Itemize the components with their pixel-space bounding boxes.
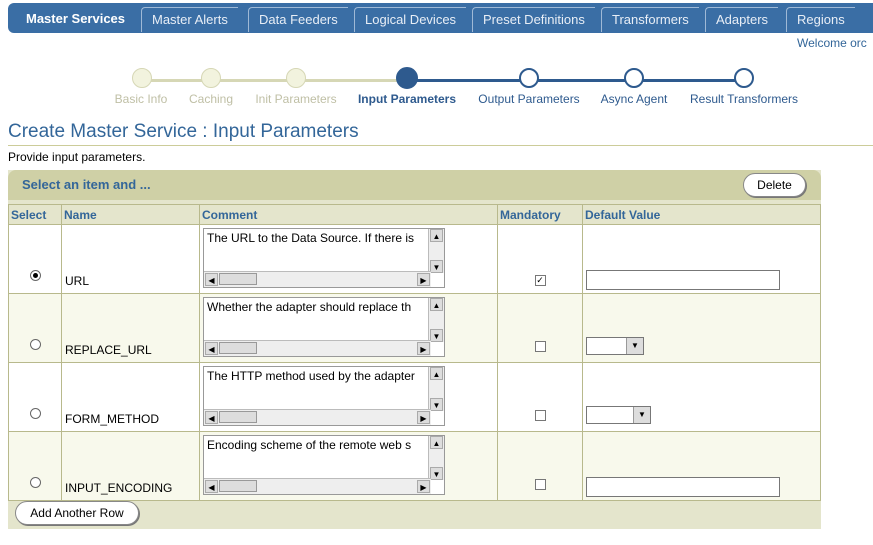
select-radio-replace-url[interactable]: [29, 339, 41, 350]
table-action-bar: Select an item and ... Delete: [8, 170, 821, 200]
default-value-select-replace-url[interactable]: ▼: [586, 337, 644, 355]
horizontal-scrollbar[interactable]: ◀ ▶: [204, 340, 431, 356]
train-stop-basic-info[interactable]: [132, 68, 152, 88]
train-stop-input-parameters: [396, 67, 418, 89]
table-row: URL The URL to the Data Source. If there…: [8, 224, 821, 294]
table-action-label: Select an item and ...: [22, 177, 151, 192]
column-header-mandatory: Mandatory: [497, 204, 583, 225]
tab-master-alerts[interactable]: Master Alerts: [141, 7, 238, 32]
vertical-scrollbar[interactable]: ▲ ▼: [428, 367, 444, 411]
column-header-default-value: Default Value: [582, 204, 821, 225]
param-name-url: URL: [65, 274, 90, 288]
vertical-scrollbar[interactable]: ▲ ▼: [428, 298, 444, 342]
tab-data-feeders[interactable]: Data Feeders: [248, 7, 348, 32]
vertical-scrollbar[interactable]: ▲ ▼: [428, 229, 444, 273]
default-value-select-form-method[interactable]: ▼: [586, 406, 651, 424]
train-stop-init-parameters[interactable]: [286, 68, 306, 88]
train-label-basic-info[interactable]: Basic Info: [115, 92, 168, 106]
comment-text-form-method: The HTTP method used by the adapter: [207, 369, 415, 383]
horizontal-scrollbar[interactable]: ◀ ▶: [204, 478, 431, 494]
comment-textarea-url[interactable]: The URL to the Data Source. If there is …: [203, 228, 445, 288]
param-name-replace-url: REPLACE_URL: [65, 343, 152, 357]
horizontal-scrollbar[interactable]: ◀ ▶: [204, 271, 431, 287]
mandatory-checkbox-form-method[interactable]: [534, 410, 546, 421]
select-radio-url[interactable]: [29, 270, 41, 281]
top-tab-bar: Master Services Master Alerts Data Feede…: [8, 3, 873, 33]
table-row: FORM_METHOD The HTTP method used by the …: [8, 362, 821, 432]
title-divider: [8, 145, 873, 146]
train-stop-result-transformers: [734, 68, 754, 88]
train-stop-output-parameters: [519, 68, 539, 88]
input-parameters-table: Select Name Comment Mandatory Default Va…: [8, 204, 821, 501]
default-value-input-input-encoding[interactable]: [586, 477, 780, 497]
tab-regions[interactable]: Regions: [786, 7, 855, 32]
column-header-name: Name: [61, 204, 200, 225]
param-name-input-encoding: INPUT_ENCODING: [65, 481, 173, 495]
chevron-down-icon: ▼: [633, 407, 650, 423]
train-label-output-parameters: Output Parameters: [478, 92, 580, 106]
chevron-down-icon: ▼: [626, 338, 643, 354]
column-header-comment: Comment: [199, 204, 498, 225]
default-value-input-url[interactable]: [586, 270, 780, 290]
train-stop-async-agent: [624, 68, 644, 88]
mandatory-checkbox-replace-url[interactable]: [534, 341, 546, 352]
train-line-remaining: [407, 79, 745, 82]
vertical-scrollbar[interactable]: ▲ ▼: [428, 436, 444, 480]
mandatory-checkbox-url[interactable]: ✓: [534, 275, 546, 286]
tab-adapters[interactable]: Adapters: [705, 7, 779, 32]
welcome-text: Welcome orc: [797, 36, 867, 50]
tab-master-services[interactable]: Master Services: [16, 7, 135, 32]
comment-text-input-encoding: Encoding scheme of the remote web s: [207, 438, 412, 452]
table-row: REPLACE_URL Whether the adapter should r…: [8, 293, 821, 363]
comment-textarea-form-method[interactable]: The HTTP method used by the adapter ▲ ▼ ◀…: [203, 366, 445, 426]
instruction-text: Provide input parameters.: [8, 150, 146, 164]
train-label-input-parameters: Input Parameters: [357, 92, 457, 106]
delete-button[interactable]: Delete: [743, 173, 806, 197]
train-stop-caching[interactable]: [201, 68, 221, 88]
train-label-result-transformers: Result Transformers: [689, 92, 799, 106]
param-name-form-method: FORM_METHOD: [65, 412, 159, 426]
horizontal-scrollbar[interactable]: ◀ ▶: [204, 409, 431, 425]
table-row: INPUT_ENCODING Encoding scheme of the re…: [8, 431, 821, 501]
page-title: Create Master Service : Input Parameters: [8, 121, 359, 142]
train-label-caching[interactable]: Caching: [189, 92, 233, 106]
tab-transformers[interactable]: Transformers: [601, 7, 699, 32]
train-line-done: [142, 79, 407, 82]
add-another-row-button[interactable]: Add Another Row: [15, 501, 139, 525]
select-radio-input-encoding[interactable]: [29, 477, 41, 488]
comment-text-url: The URL to the Data Source. If there is: [207, 231, 414, 245]
tab-preset-definitions[interactable]: Preset Definitions: [472, 7, 595, 32]
comment-textarea-input-encoding[interactable]: Encoding scheme of the remote web s ▲ ▼ ◀…: [203, 435, 445, 495]
select-radio-form-method[interactable]: [29, 408, 41, 419]
train-label-init-parameters[interactable]: Init Parameters: [255, 92, 336, 106]
mandatory-checkbox-input-encoding[interactable]: [534, 479, 546, 490]
column-header-select: Select: [8, 204, 62, 225]
comment-text-replace-url: Whether the adapter should replace th: [207, 300, 412, 314]
comment-textarea-replace-url[interactable]: Whether the adapter should replace th ▲ ▼…: [203, 297, 445, 357]
train-label-async-agent: Async Agent: [600, 92, 668, 106]
tab-logical-devices[interactable]: Logical Devices: [354, 7, 467, 32]
